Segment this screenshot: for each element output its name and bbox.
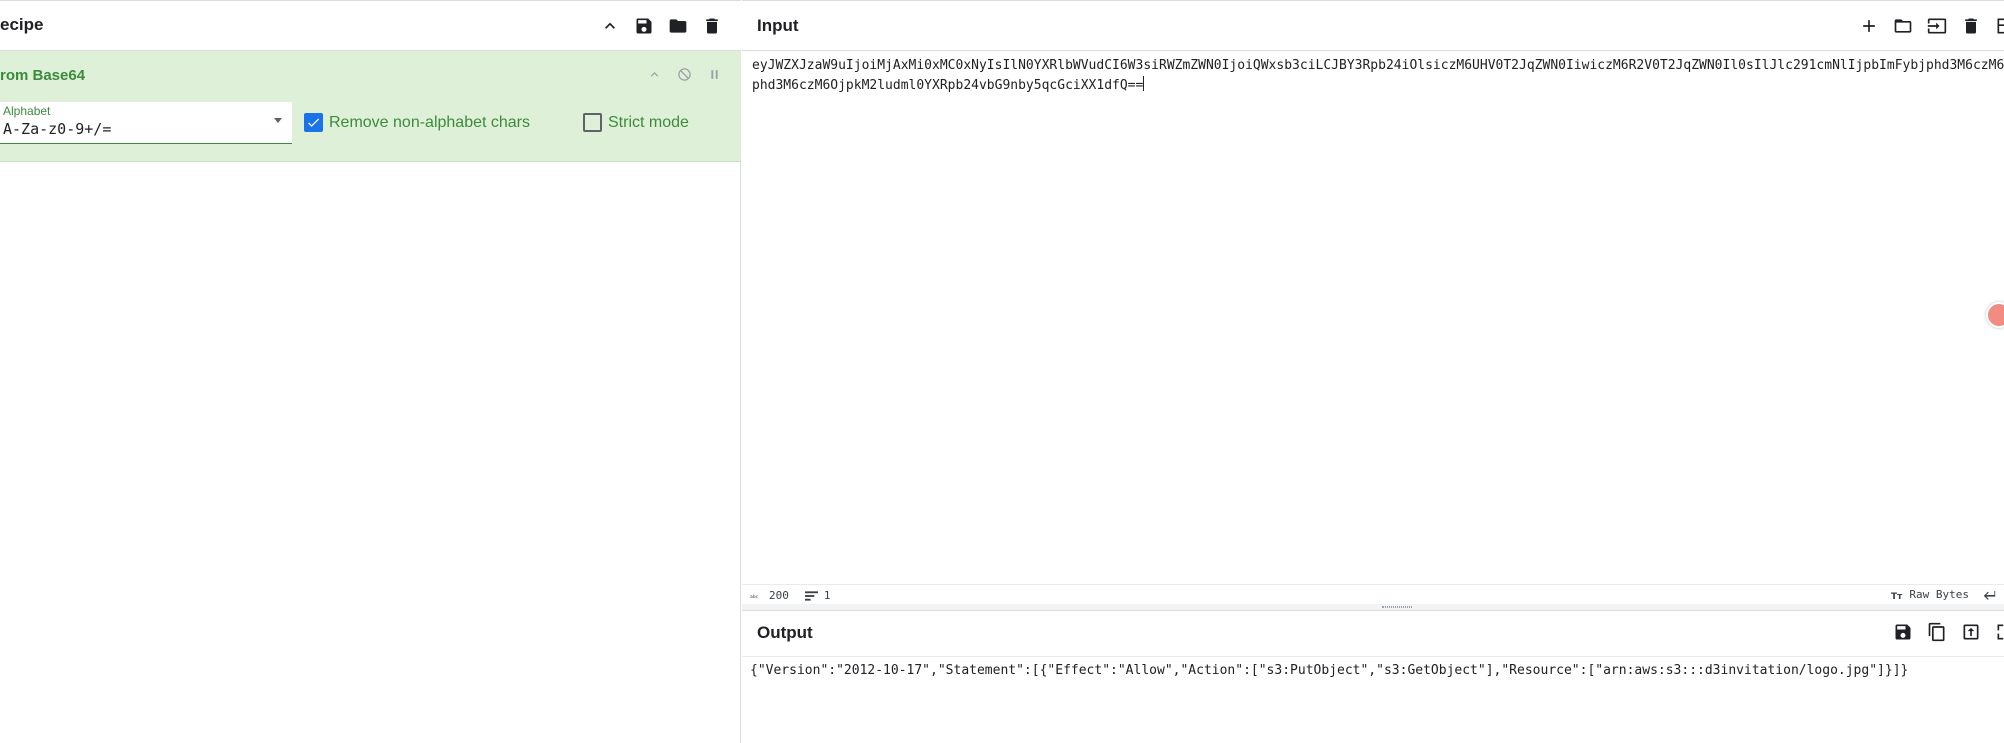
pause-icon[interactable] bbox=[705, 65, 723, 83]
encoding-selector[interactable]: Tт Raw Bytes bbox=[1891, 588, 1969, 601]
operation-card[interactable]: rom Base64 Alphabet A-Za-z0-9+/= Remove … bbox=[0, 51, 741, 162]
status-left: abc 200 1 bbox=[750, 589, 831, 602]
char-count-value: 200 bbox=[769, 589, 789, 602]
encoding-label: Raw Bytes bbox=[1909, 588, 1969, 601]
remove-non-alphabet-option[interactable]: Remove non-alphabet chars bbox=[304, 113, 530, 132]
save-icon[interactable] bbox=[633, 15, 655, 37]
input-title: Input bbox=[757, 16, 799, 35]
alphabet-label: Alphabet bbox=[3, 104, 51, 118]
svg-text:abc: abc bbox=[750, 594, 759, 600]
line-wrap-toggle[interactable] bbox=[1983, 589, 1996, 601]
status-right: Tт Raw Bytes bbox=[1891, 588, 1996, 601]
folder-icon[interactable] bbox=[667, 15, 689, 37]
line-count-value: 1 bbox=[823, 589, 831, 602]
abc-icon: abc bbox=[750, 594, 759, 600]
output-pane: Output {"Version":"2012-10-17","Statemen… bbox=[742, 610, 2004, 743]
text-size-icon: Tт bbox=[1891, 592, 1903, 601]
copy-icon[interactable] bbox=[1926, 621, 1948, 643]
input-header-actions bbox=[1858, 15, 2004, 37]
maximize-icon[interactable] bbox=[1994, 621, 2004, 643]
recipe-pane: ecipe rom Base64 Alphabet A-Za-z0-9+/= R… bbox=[0, 0, 741, 743]
input-header: Input bbox=[742, 1, 2004, 51]
strict-mode-label: Strict mode bbox=[608, 113, 689, 131]
input-text-line-2: phd3M6czM6OjpkM2ludml0YXRpb24vbG9nby5qcG… bbox=[752, 78, 1144, 93]
recipe-header: ecipe bbox=[0, 1, 741, 51]
lines-icon bbox=[804, 590, 818, 601]
operation-name: rom Base64 bbox=[0, 67, 86, 84]
input-textarea[interactable]: eyJWZXJzaW9uIjoiMjAxMi0xMC0xNyIsIlN0YXRl… bbox=[752, 56, 2004, 576]
save-icon[interactable] bbox=[1892, 621, 1914, 643]
strict-mode-checkbox[interactable] bbox=[583, 113, 602, 132]
alphabet-select[interactable]: Alphabet A-Za-z0-9+/= bbox=[0, 102, 292, 144]
strict-mode-option[interactable]: Strict mode bbox=[583, 113, 689, 132]
char-count: abc 200 bbox=[750, 589, 789, 602]
export-icon[interactable] bbox=[1960, 621, 1982, 643]
chevron-up-icon[interactable] bbox=[599, 15, 621, 37]
dropdown-caret-icon[interactable] bbox=[274, 118, 282, 123]
svg-text:Tт: Tт bbox=[1891, 592, 1903, 601]
alphabet-value: A-Za-z0-9+/= bbox=[3, 120, 112, 138]
plus-icon[interactable] bbox=[1858, 15, 1880, 37]
input-text-line-1: eyJWZXJzaW9uIjoiMjAxMi0xMC0xNyIsIlN0YXRl… bbox=[752, 58, 2004, 73]
splitter-grip[interactable] bbox=[1382, 606, 1412, 608]
remove-non-alphabet-label: Remove non-alphabet chars bbox=[329, 113, 531, 131]
output-textarea[interactable]: {"Version":"2012-10-17","Statement":[{"E… bbox=[750, 661, 2004, 681]
folder-icon[interactable] bbox=[1892, 15, 1914, 37]
cyberchef-app: ecipe rom Base64 Alphabet A-Za-z0-9+/= R… bbox=[0, 0, 2004, 743]
text-cursor bbox=[1143, 76, 1145, 91]
import-icon[interactable] bbox=[1926, 15, 1948, 37]
recipe-title: ecipe bbox=[0, 15, 44, 34]
line-count: 1 bbox=[804, 589, 831, 602]
output-header: Output bbox=[742, 611, 2004, 657]
wrap-icon bbox=[1983, 590, 1996, 600]
recipe-header-actions bbox=[599, 15, 723, 37]
layout-icon[interactable] bbox=[1994, 15, 2004, 37]
output-title: Output bbox=[757, 623, 813, 642]
remove-non-alphabet-checkbox[interactable] bbox=[304, 113, 323, 132]
operation-controls bbox=[645, 65, 723, 83]
input-pane: Input eyJWZXJzaW9uIjoiMjAxMi0xMC0xNyIsIl… bbox=[742, 0, 2004, 604]
output-header-actions bbox=[1892, 621, 2004, 643]
trash-icon[interactable] bbox=[1960, 15, 1982, 37]
disable-icon[interactable] bbox=[675, 65, 693, 83]
trash-icon[interactable] bbox=[701, 15, 723, 37]
input-status-bar: abc 200 1 Tт Raw Bytes bbox=[742, 584, 2004, 606]
chevron-up-icon[interactable] bbox=[645, 65, 663, 83]
